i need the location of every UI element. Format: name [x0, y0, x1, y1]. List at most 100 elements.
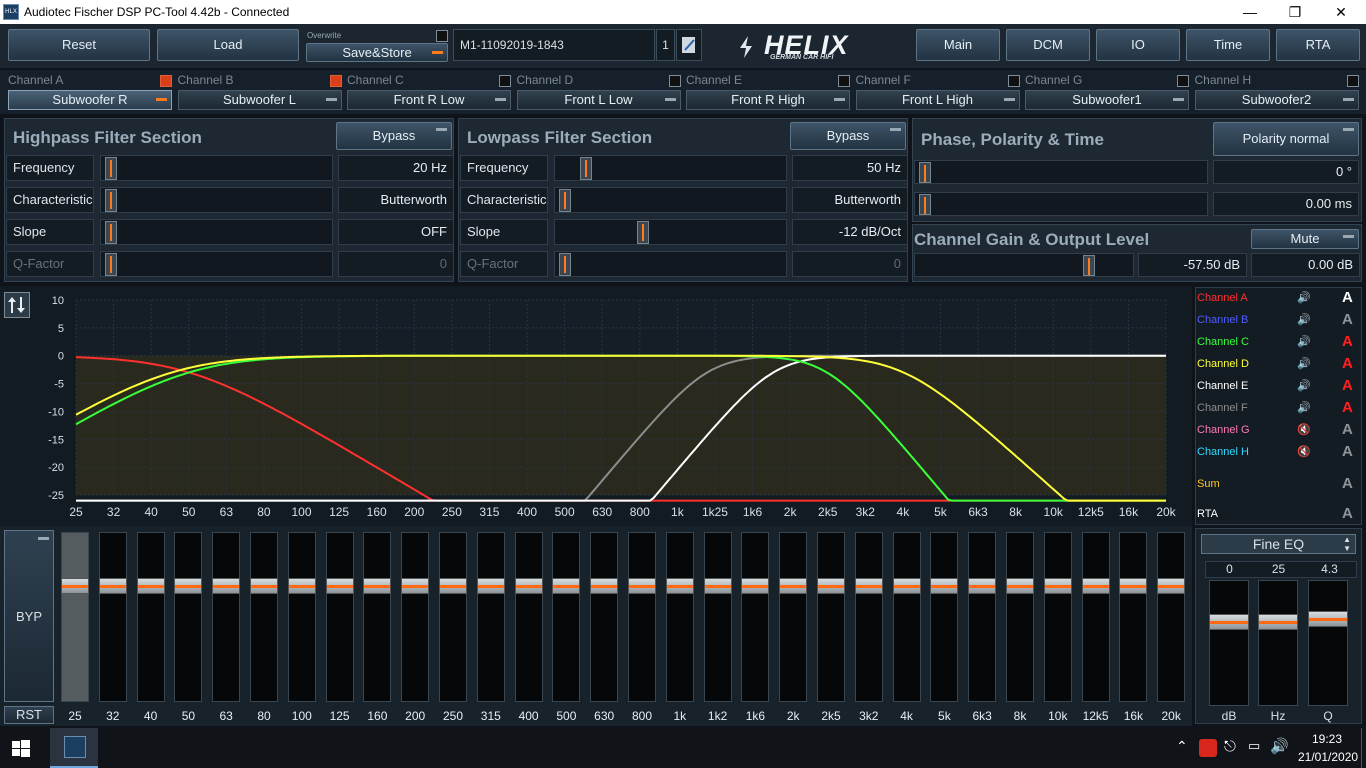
auto-a-icon[interactable]: A — [1342, 399, 1353, 416]
filter-param-knob[interactable] — [559, 253, 571, 276]
eq-band-knob[interactable] — [363, 578, 392, 594]
eq-bypass-button[interactable]: BYP — [4, 530, 54, 702]
fine-eq-hz-value[interactable]: 25 — [1256, 562, 1301, 576]
output-level-value[interactable]: 0.00 dB — [1251, 253, 1360, 277]
eq-band-knob[interactable] — [1006, 578, 1034, 594]
eq-band-slider[interactable] — [779, 532, 808, 702]
channel-select-button[interactable]: Front R High — [686, 90, 850, 110]
channel-link-checkbox[interactable] — [160, 75, 172, 87]
channel-select-button[interactable]: Front L High — [855, 90, 1020, 110]
speaker-icon[interactable]: 🔊 — [1297, 291, 1311, 304]
filter-param-slider[interactable] — [100, 219, 333, 245]
eq-band-slider[interactable] — [552, 532, 581, 702]
filter-param-knob[interactable] — [580, 157, 593, 180]
filter-param-knob[interactable] — [105, 221, 117, 244]
nav-io-button[interactable]: IO — [1096, 29, 1180, 61]
mute-button[interactable]: Mute — [1251, 229, 1359, 249]
legend-channel-label[interactable]: Channel F — [1197, 402, 1248, 414]
filter-param-value[interactable]: -12 dB/Oct — [792, 219, 908, 245]
eq-band-slider[interactable] — [892, 532, 921, 702]
eq-band-knob[interactable] — [703, 578, 732, 594]
chevron-up-icon[interactable]: ⌃ — [1176, 738, 1188, 755]
filter-param-slider[interactable] — [100, 155, 333, 181]
eq-band-slider[interactable] — [1157, 532, 1186, 702]
eq-band-knob[interactable] — [854, 578, 883, 594]
eq-band-slider[interactable] — [61, 532, 89, 702]
auto-a-icon[interactable]: A — [1342, 377, 1353, 394]
auto-a-icon[interactable]: A — [1342, 505, 1353, 522]
eq-band-knob[interactable] — [590, 578, 619, 594]
eq-band-knob[interactable] — [250, 578, 278, 594]
polarity-button[interactable]: Polarity normal — [1213, 122, 1359, 156]
phase-slider[interactable] — [914, 160, 1208, 184]
phase-slider-knob[interactable] — [919, 162, 931, 183]
volume-icon[interactable]: 🔊 — [1270, 737, 1289, 755]
fine-eq-db-knob[interactable] — [1209, 614, 1249, 630]
eq-band-knob[interactable] — [741, 578, 770, 594]
auto-a-icon[interactable]: A — [1342, 443, 1353, 460]
show-desktop-button[interactable] — [1361, 728, 1366, 768]
eq-band-knob[interactable] — [439, 578, 467, 594]
eq-band-slider[interactable] — [401, 532, 430, 702]
fine-eq-q-knob[interactable] — [1308, 611, 1348, 627]
time-value[interactable]: 0.00 ms — [1213, 192, 1359, 216]
eq-band-knob[interactable] — [287, 578, 316, 594]
fine-eq-db-value[interactable]: 0 — [1207, 562, 1252, 576]
eq-band-slider[interactable] — [1119, 532, 1148, 702]
eq-band-knob[interactable] — [1157, 578, 1186, 594]
start-button[interactable] — [10, 738, 32, 760]
eq-band-slider[interactable] — [325, 532, 354, 702]
eq-band-slider[interactable] — [590, 532, 619, 702]
eq-band-knob[interactable] — [817, 578, 845, 594]
eq-band-slider[interactable] — [1081, 532, 1110, 702]
speaker-icon[interactable]: 🔊 — [1297, 357, 1311, 370]
eq-band-knob[interactable] — [1081, 578, 1110, 594]
auto-a-icon[interactable]: A — [1342, 333, 1353, 350]
eq-reset-button[interactable]: RST — [4, 706, 54, 724]
filter-param-knob[interactable] — [105, 189, 117, 212]
maximize-button[interactable]: ❐ — [1275, 2, 1315, 22]
auto-a-icon[interactable]: A — [1342, 311, 1353, 328]
filter-param-value[interactable]: 0 — [792, 251, 908, 277]
gain-slider-knob[interactable] — [1083, 255, 1095, 276]
filter-param-value[interactable]: OFF — [338, 219, 454, 245]
eq-band-slider[interactable] — [817, 532, 845, 702]
channel-link-checkbox[interactable] — [329, 75, 342, 87]
save-store-button[interactable]: Save&Store — [306, 43, 448, 62]
network-icon[interactable]: ⎋ — [1224, 738, 1236, 755]
fine-eq-hz-knob[interactable] — [1258, 614, 1298, 630]
channel-select-button[interactable]: Subwoofer2 — [1194, 90, 1359, 110]
phase-value[interactable]: 0 ° — [1213, 160, 1359, 184]
channel-link-checkbox[interactable] — [838, 75, 850, 87]
clock-time[interactable]: 19:23 — [1312, 732, 1342, 746]
speaker-muted-icon[interactable]: 🔇 — [1297, 445, 1311, 458]
eq-band-knob[interactable] — [212, 578, 241, 594]
legend-channel-label[interactable]: Channel C — [1197, 336, 1249, 348]
eq-band-slider[interactable] — [476, 532, 505, 702]
eq-band-knob[interactable] — [665, 578, 694, 594]
eq-band-knob[interactable] — [325, 578, 354, 594]
filter-param-slider[interactable] — [100, 187, 333, 213]
eq-band-slider[interactable] — [514, 532, 543, 702]
filter-param-value[interactable]: 0 — [338, 251, 454, 277]
channel-select-button[interactable]: Subwoofer1 — [1025, 90, 1189, 110]
channel-link-checkbox[interactable] — [668, 75, 681, 87]
legend-channel-label[interactable]: Channel E — [1197, 380, 1248, 392]
eq-band-knob[interactable] — [552, 578, 581, 594]
eq-band-knob[interactable] — [892, 578, 921, 594]
eq-band-knob[interactable] — [136, 578, 165, 594]
preset-name-field[interactable]: M1-11092019-1843 — [453, 29, 655, 61]
eq-band-knob[interactable] — [1043, 578, 1072, 594]
speaker-icon[interactable]: 🔊 — [1297, 379, 1311, 392]
fine-eq-mode-select[interactable]: Fine EQ ▲ ▼ — [1201, 534, 1356, 554]
legend-channel-label[interactable]: Channel D — [1197, 358, 1249, 370]
filter-param-knob[interactable] — [559, 189, 571, 212]
legend-channel-label[interactable]: Channel A — [1197, 292, 1248, 304]
filter-param-value[interactable]: Butterworth — [792, 187, 908, 213]
auto-a-icon[interactable]: A — [1342, 355, 1353, 372]
eq-band-slider[interactable] — [98, 532, 127, 702]
eq-band-knob[interactable] — [968, 578, 997, 594]
time-slider-knob[interactable] — [919, 194, 931, 215]
fine-eq-hz-slider[interactable] — [1258, 580, 1298, 706]
speaker-icon[interactable]: 🔊 — [1297, 313, 1311, 326]
